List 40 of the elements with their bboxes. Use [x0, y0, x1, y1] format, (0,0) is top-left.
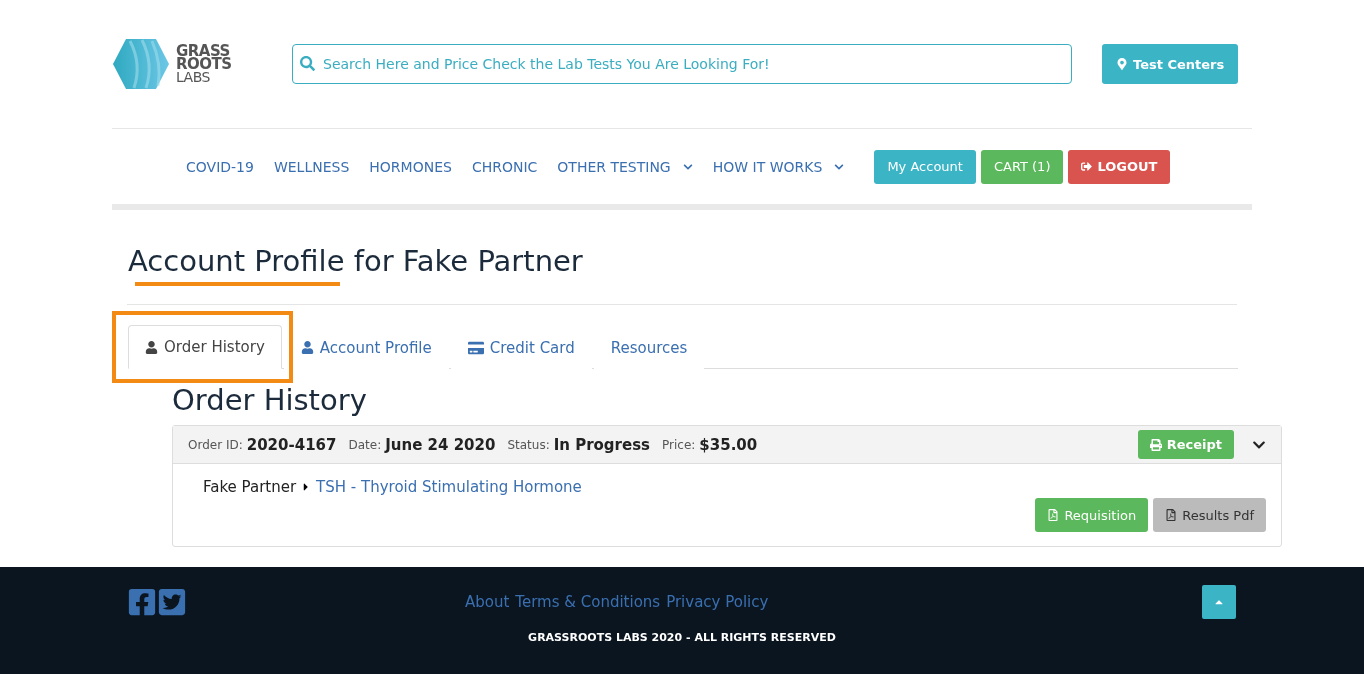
printer-icon [1149, 438, 1162, 451]
field-label: Date: [348, 437, 382, 452]
field-value: June 24 2020 [385, 435, 496, 454]
tab[interactable]: Order History [128, 325, 282, 369]
test-link[interactable]: TSH - Thyroid Stimulating Hormone [316, 478, 582, 496]
footer-link[interactable]: About [465, 593, 510, 611]
nav-link[interactable]: OTHER TESTING [557, 158, 693, 175]
sign-out-icon [1081, 161, 1093, 172]
field-value: $35.00 [699, 435, 758, 454]
patient-name: Fake Partner [203, 478, 297, 496]
hexagon-logo-icon [112, 38, 170, 90]
field-value: 2020-4167 [246, 435, 337, 454]
nav-link[interactable]: HOW IT WORKS [712, 158, 845, 175]
copyright-text: GRASSROOTS LABS 2020 - ALL RIGHTS RESERVED [527, 631, 837, 644]
footer-link[interactable]: Privacy Policy [666, 593, 769, 611]
nav-link[interactable]: WELLNESS [273, 158, 350, 175]
chevron-down-icon [834, 161, 845, 172]
search-icon [300, 56, 315, 71]
section-title: Order History [172, 383, 368, 417]
nav-link[interactable]: HORMONES [369, 158, 452, 175]
twitter-icon[interactable] [157, 587, 187, 617]
logout-button[interactable]: LOGOUT [1068, 149, 1171, 184]
map-pin-icon [1116, 58, 1128, 70]
pdf-icon [1165, 509, 1178, 521]
nav-link[interactable]: COVID-19 [186, 158, 254, 175]
logo-text: GRASS ROOTS LABS [176, 44, 232, 84]
facebook-icon[interactable] [127, 587, 157, 617]
chevron-down-icon [682, 161, 693, 172]
page-title: Account Profile for Fake Partner [128, 244, 583, 278]
user-icon [300, 341, 314, 354]
field-label: Status: [507, 437, 550, 452]
pdf-icon [1047, 509, 1060, 521]
field-value: In Progress [553, 435, 651, 454]
search-field[interactable]: Search Here and Price Check the Lab Tests You Are Looking For! [292, 44, 1072, 84]
field-label: Order ID: [188, 437, 243, 452]
footer-link[interactable]: Terms & Conditions [515, 593, 661, 611]
credit-card-icon [467, 339, 484, 356]
field-label: Price: [662, 437, 696, 452]
nav-link[interactable]: CHRONIC [471, 158, 538, 175]
user-icon [145, 340, 158, 354]
